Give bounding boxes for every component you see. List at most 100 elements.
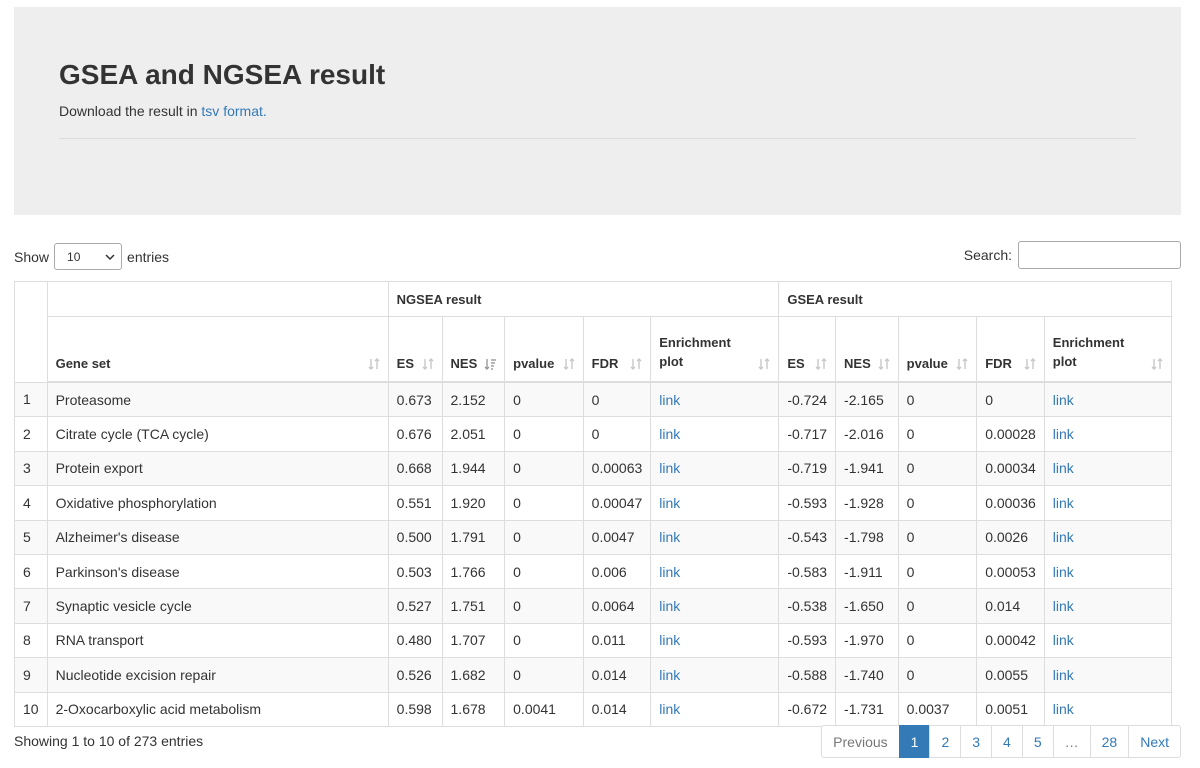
- gsea-enrichment-plot-link[interactable]: link: [1053, 598, 1074, 614]
- pagination-page-4[interactable]: 4: [991, 725, 1023, 758]
- pagination-page-5[interactable]: 5: [1021, 725, 1054, 758]
- gsea-plot-cell: link: [1043, 657, 1173, 693]
- ngsea-enrichment-plot-link[interactable]: link: [659, 426, 680, 442]
- gsea-enrichment-plot-link[interactable]: link: [1053, 632, 1074, 648]
- value-cell: 0: [897, 553, 978, 590]
- value-cell: -2.016: [835, 416, 899, 452]
- group-header-row: NGSEA result GSEA result: [14, 281, 1172, 383]
- ngsea-enrichment-plot-link[interactable]: link: [659, 392, 680, 408]
- sort-icon: [1151, 358, 1163, 370]
- table-row: 3 Protein export 0.668 1.944 0 0.00063 link -0.…: [14, 450, 1173, 487]
- value-cell: 0.527: [387, 588, 443, 624]
- value-cell: -2.165: [835, 381, 899, 418]
- gene-set-name: Citrate cycle (TCA cycle): [46, 416, 389, 452]
- value-cell: -1.970: [835, 622, 899, 659]
- search-input[interactable]: [1018, 241, 1181, 269]
- page-title: GSEA and NGSEA result: [59, 59, 386, 90]
- ngsea-plot-cell: link: [650, 588, 780, 624]
- download-tsv-link[interactable]: tsv format.: [201, 103, 266, 119]
- gsea-enrichment-plot-link[interactable]: link: [1053, 667, 1074, 683]
- value-cell: 1.707: [441, 622, 506, 659]
- value-cell: -1.740: [835, 657, 899, 693]
- column-header-ngsea-es[interactable]: ES: [387, 316, 443, 383]
- row-index: 10: [14, 691, 48, 727]
- row-index: 1: [14, 381, 48, 418]
- value-cell: 0.00028: [976, 416, 1045, 452]
- value-cell: 1.944: [441, 450, 506, 487]
- table-row: 2 Citrate cycle (TCA cycle) 0.676 2.051 0 0 li…: [14, 416, 1173, 452]
- column-header-gsea-pvalue[interactable]: pvalue: [897, 316, 978, 383]
- column-header-ngsea-fdr[interactable]: FDR: [582, 316, 652, 383]
- row-index: 9: [14, 657, 48, 693]
- column-header-label: NES: [844, 356, 871, 371]
- header-index: [14, 281, 48, 383]
- gsea-enrichment-plot-link[interactable]: link: [1053, 495, 1074, 511]
- gsea-enrichment-plot-link[interactable]: link: [1053, 564, 1074, 580]
- download-text: Download the result in: [59, 103, 202, 119]
- gene-set-name: Protein export: [46, 450, 389, 487]
- gsea-plot-cell: link: [1043, 519, 1173, 555]
- pagination-ellipsis: …: [1052, 725, 1091, 758]
- value-cell: -0.717: [778, 416, 837, 452]
- value-cell: 0: [897, 622, 978, 659]
- value-cell: -1.650: [835, 588, 899, 624]
- gsea-enrichment-plot-link[interactable]: link: [1053, 426, 1074, 442]
- column-header-gsea-fdr[interactable]: FDR: [976, 316, 1045, 383]
- value-cell: 0.006: [582, 553, 652, 590]
- gsea-enrichment-plot-link[interactable]: link: [1053, 701, 1074, 717]
- value-cell: 0: [504, 553, 584, 590]
- ngsea-enrichment-plot-link[interactable]: link: [659, 701, 680, 717]
- pagination-previous[interactable]: Previous: [821, 725, 900, 758]
- column-header-gsea-nes[interactable]: NES: [835, 316, 899, 383]
- entries-select[interactable]: 10: [54, 243, 123, 270]
- ngsea-enrichment-plot-link[interactable]: link: [659, 460, 680, 476]
- entries-label: entries: [127, 248, 170, 265]
- column-header-label: Gene set: [55, 356, 111, 371]
- table-row: 9 Nucleotide excision repair 0.526 1.682 0 0.…: [14, 657, 1173, 693]
- value-cell: 0.0064: [582, 588, 652, 624]
- pagination-page-1[interactable]: 1: [898, 725, 931, 758]
- gsea-enrichment-plot-link[interactable]: link: [1053, 460, 1074, 476]
- pagination-page-2[interactable]: 2: [929, 725, 962, 758]
- header-spacer: [46, 281, 389, 317]
- column-header-ngsea-enrichment-plot[interactable]: Enrichment plot: [650, 316, 780, 383]
- sort-icon: [758, 358, 770, 370]
- table-row: 7 Synaptic vesicle cycle 0.527 1.751 0 0.0064…: [14, 588, 1173, 624]
- row-index: 2: [14, 416, 48, 452]
- value-cell: 0.014: [582, 691, 652, 727]
- value-cell: 0.014: [976, 588, 1045, 624]
- value-cell: 0: [582, 416, 652, 452]
- pagination-next[interactable]: Next: [1128, 725, 1181, 758]
- row-index: 5: [14, 519, 48, 555]
- value-cell: 0: [504, 519, 584, 555]
- column-header-label: FDR: [591, 356, 619, 371]
- pagination-page-28[interactable]: 28: [1089, 725, 1130, 758]
- gsea-enrichment-plot-link[interactable]: link: [1053, 392, 1074, 408]
- column-header-gsea-enrichment-plot[interactable]: Enrichment plot: [1043, 316, 1173, 383]
- ngsea-enrichment-plot-link[interactable]: link: [659, 495, 680, 511]
- column-header-ngsea-nes[interactable]: NES: [441, 316, 506, 383]
- gsea-plot-cell: link: [1043, 588, 1173, 624]
- value-cell: 1.791: [441, 519, 506, 555]
- value-cell: 0.0037: [897, 691, 978, 727]
- gsea-enrichment-plot-link[interactable]: link: [1053, 529, 1074, 545]
- column-header-gene-set[interactable]: Gene set: [46, 316, 389, 383]
- value-cell: 0.00036: [976, 485, 1045, 521]
- ngsea-enrichment-plot-link[interactable]: link: [659, 632, 680, 648]
- gsea-plot-cell: link: [1043, 416, 1173, 452]
- pagination-page-3[interactable]: 3: [960, 725, 993, 758]
- ngsea-enrichment-plot-link[interactable]: link: [659, 667, 680, 683]
- value-cell: -1.798: [835, 519, 899, 555]
- ngsea-enrichment-plot-link[interactable]: link: [659, 598, 680, 614]
- column-header-ngsea-pvalue[interactable]: pvalue: [504, 316, 584, 383]
- entries-select-value: 10: [67, 249, 81, 264]
- value-cell: 0: [897, 657, 978, 693]
- ngsea-enrichment-plot-link[interactable]: link: [659, 529, 680, 545]
- value-cell: 0.676: [387, 416, 443, 452]
- column-header-gsea-es[interactable]: ES: [778, 316, 837, 383]
- value-cell: -0.583: [778, 553, 837, 590]
- value-cell: -0.593: [778, 485, 837, 521]
- column-header-label: NES: [450, 356, 478, 371]
- ngsea-enrichment-plot-link[interactable]: link: [659, 564, 680, 580]
- column-header-label: ES: [787, 356, 805, 371]
